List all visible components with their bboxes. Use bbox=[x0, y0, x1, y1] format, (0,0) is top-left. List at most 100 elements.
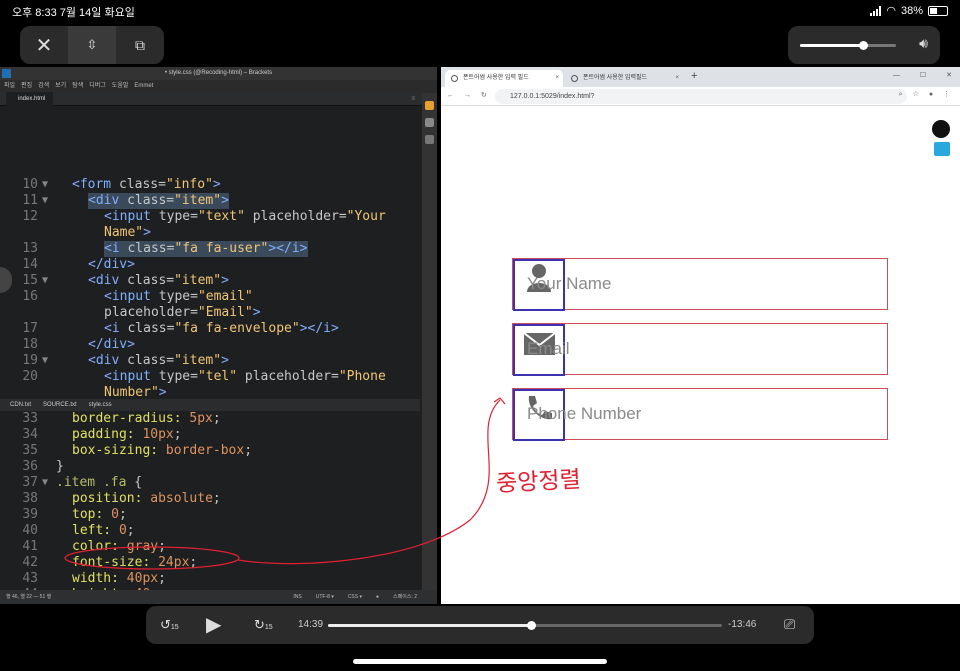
forward-icon[interactable]: → bbox=[464, 92, 471, 99]
line-number: 16 bbox=[22, 289, 38, 304]
menu-item[interactable]: 파일 bbox=[4, 83, 15, 89]
code-line[interactable]: 42 font-size: 24px; bbox=[0, 555, 420, 571]
code-line[interactable]: 18 </div> bbox=[0, 337, 420, 353]
code-line[interactable]: 14 </div> bbox=[0, 257, 420, 273]
menu-item[interactable]: 디버그 bbox=[89, 83, 106, 89]
new-tab-button[interactable]: + bbox=[691, 70, 697, 82]
name-field[interactable]: Your Name bbox=[512, 258, 888, 311]
skip-back-button[interactable]: ↺15 bbox=[160, 617, 179, 633]
editor-tab-bar: index.html ≡ bbox=[0, 92, 437, 106]
back-icon[interactable]: ← bbox=[447, 92, 454, 99]
window-close-icon[interactable]: ✕ bbox=[946, 72, 952, 79]
volume-knob[interactable] bbox=[859, 41, 869, 50]
code-line[interactable]: 41 color: gray; bbox=[0, 539, 420, 555]
close-tab-icon[interactable]: × bbox=[675, 70, 679, 87]
code-line[interactable]: 33 border-radius: 5px; bbox=[0, 411, 420, 427]
code-line[interactable]: 19 ▼ <div class="item"> bbox=[0, 353, 420, 369]
code-line[interactable]: 43 width: 40px; bbox=[0, 571, 420, 587]
fold-arrow-icon[interactable]: ▼ bbox=[42, 177, 48, 193]
code-token: ; bbox=[212, 491, 221, 506]
code-token: "Phone bbox=[338, 369, 386, 384]
seek-progress bbox=[328, 624, 531, 627]
code-line[interactable]: 17 <i class="fa fa-envelope"></i> bbox=[0, 321, 420, 337]
fold-arrow-icon[interactable]: ▼ bbox=[42, 273, 48, 289]
tools-icon[interactable] bbox=[425, 135, 434, 144]
airplay-button[interactable]: ⎚ bbox=[784, 616, 795, 633]
aspect-button[interactable]: ⇳ bbox=[68, 26, 116, 64]
code-line[interactable]: 36} bbox=[0, 459, 420, 475]
code-line[interactable]: 34 padding: 10px; bbox=[0, 427, 420, 443]
status-item[interactable]: 스페이스: 2 bbox=[393, 594, 417, 600]
code-token: class= bbox=[127, 273, 175, 288]
menu-item[interactable]: Emmet bbox=[134, 83, 153, 89]
code-line[interactable]: 40 left: 0; bbox=[0, 523, 420, 539]
seek-bar[interactable] bbox=[328, 621, 722, 630]
menu-item[interactable]: 편집 bbox=[21, 83, 32, 89]
minimize-icon[interactable]: — bbox=[893, 72, 900, 79]
html-code-pane[interactable]: 10 ▼ <form class="info"> 11 ▼ <div class="ite… bbox=[0, 177, 420, 399]
extension-box-icon[interactable] bbox=[934, 142, 950, 156]
status-item[interactable]: INS bbox=[293, 594, 301, 600]
status-item[interactable]: CSS ▾ bbox=[348, 594, 362, 600]
email-field[interactable]: Email bbox=[512, 323, 888, 376]
pane-tab[interactable]: style.css bbox=[89, 402, 112, 408]
menu-icon[interactable]: ≡ bbox=[411, 92, 415, 106]
code-line[interactable]: 15 ▼ <div class="item"> bbox=[0, 273, 420, 289]
code-line[interactable]: Name"> bbox=[0, 225, 420, 241]
code-line[interactable]: 39 top: 0; bbox=[0, 507, 420, 523]
line-number: 43 bbox=[22, 571, 38, 586]
live-preview-icon[interactable] bbox=[425, 101, 434, 110]
code-token: "fa fa-envelope" bbox=[174, 321, 300, 336]
url-input[interactable]: 127.0.0.1:5029/index.html? bbox=[495, 89, 907, 104]
fold-arrow-icon[interactable]: ▼ bbox=[42, 475, 48, 491]
close-button[interactable]: ✕ bbox=[20, 26, 68, 64]
close-icon: ✕ bbox=[35, 34, 53, 57]
line-number: 19 bbox=[22, 353, 38, 368]
code-line[interactable]: 10 ▼ <form class="info"> bbox=[0, 177, 420, 193]
more-menu-icon[interactable]: ⋮ bbox=[943, 91, 950, 98]
tab-index-html[interactable]: index.html bbox=[6, 92, 54, 106]
zoom-icon[interactable]: ⌕ bbox=[899, 91, 903, 98]
menu-item[interactable]: 탐색 bbox=[72, 83, 83, 89]
code-line[interactable]: 13 <i class="fa fa-user"></i> bbox=[0, 241, 420, 257]
volume-control[interactable]: 🔊︎ bbox=[788, 26, 940, 64]
star-icon[interactable]: ☆ bbox=[913, 91, 919, 98]
code-token: class= bbox=[127, 241, 175, 256]
browser-tab-active[interactable]: 폰트어썸 사용한 입력 필드 × bbox=[445, 70, 563, 87]
code-line[interactable]: 11 ▼ <div class="item"> bbox=[0, 193, 420, 209]
menu-item[interactable]: 도움말 bbox=[112, 83, 129, 89]
play-button[interactable]: ▶ bbox=[206, 612, 221, 637]
menu-item[interactable]: 보기 bbox=[55, 83, 66, 89]
code-line[interactable]: Number"> bbox=[0, 385, 420, 399]
volume-slider[interactable] bbox=[800, 41, 896, 50]
code-line[interactable]: 12 <input type="text" placeholder="Your bbox=[0, 209, 420, 225]
code-line[interactable]: 35 box-sizing: border-box; bbox=[0, 443, 420, 459]
code-token: > bbox=[252, 305, 261, 320]
seek-knob[interactable] bbox=[526, 621, 536, 630]
browser-tab[interactable]: 폰트어썸 사용한 입력필드 × bbox=[565, 70, 683, 87]
line-number: 18 bbox=[22, 337, 38, 352]
code-token: ; bbox=[118, 507, 127, 522]
maximize-icon[interactable]: ☐ bbox=[920, 72, 926, 79]
reload-icon[interactable]: ↻ bbox=[481, 92, 487, 99]
css-code-pane[interactable]: 33 border-radius: 5px; 34 padding: 10px; 35 b… bbox=[0, 411, 420, 604]
fold-arrow-icon[interactable]: ▼ bbox=[42, 353, 48, 369]
skip-forward-button[interactable]: ↻15 bbox=[254, 617, 273, 633]
code-line[interactable]: 37 ▼ .item .fa { bbox=[0, 475, 420, 491]
extension-bulb-icon[interactable] bbox=[932, 120, 950, 138]
code-line[interactable]: 38 position: absolute; bbox=[0, 491, 420, 507]
account-icon[interactable]: ● bbox=[929, 91, 933, 98]
menu-item[interactable]: 검색 bbox=[38, 83, 49, 89]
phone-field[interactable]: Phone Number bbox=[512, 388, 888, 441]
close-tab-icon[interactable]: × bbox=[555, 70, 559, 87]
pane-tab[interactable]: CDN.txt bbox=[10, 402, 31, 408]
status-item[interactable]: ● bbox=[376, 594, 379, 600]
code-line[interactable]: placeholder="Email"> bbox=[0, 305, 420, 321]
fold-arrow-icon[interactable]: ▼ bbox=[42, 193, 48, 209]
code-line[interactable]: 16 <input type="email" bbox=[0, 289, 420, 305]
extension-icon[interactable] bbox=[425, 118, 434, 127]
status-item[interactable]: UTF-8 ▾ bbox=[316, 594, 334, 600]
picture-in-picture-button[interactable]: ⧉ bbox=[116, 26, 164, 64]
pane-tab[interactable]: SOURCE.txt bbox=[43, 402, 77, 408]
code-line[interactable]: 20 <input type="tel" placeholder="Phone bbox=[0, 369, 420, 385]
